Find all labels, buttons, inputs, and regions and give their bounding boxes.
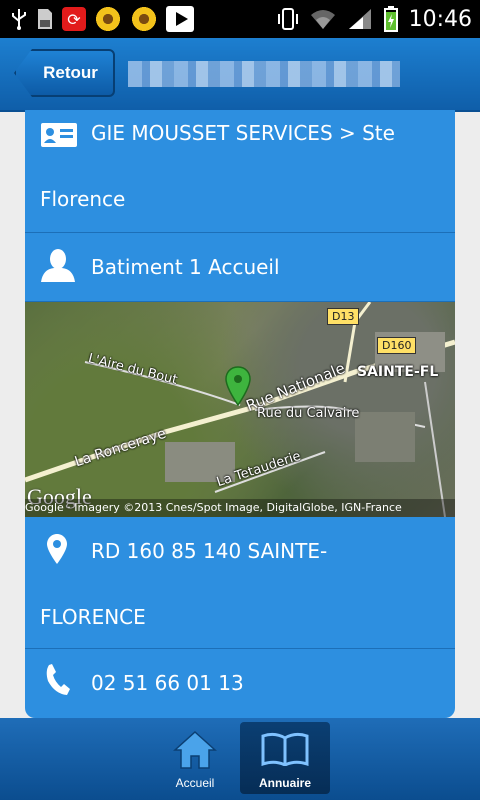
contact-card: GIE MOUSSET SERVICES > Ste Florence Bati… — [25, 110, 455, 718]
status-bar: ⟳ 10:46 — [0, 0, 480, 38]
back-button[interactable]: Retour — [14, 49, 115, 97]
book-icon — [261, 732, 309, 766]
phone-icon — [46, 664, 70, 695]
phone-row[interactable]: 02 51 66 01 13 — [25, 649, 455, 718]
tab-accueil[interactable]: Accueil — [150, 722, 240, 794]
battery-icon — [383, 6, 398, 32]
company-line1: GIE MOUSSET SERVICES > Ste — [91, 121, 395, 145]
tab-annuaire[interactable]: Annuaire — [240, 722, 330, 794]
company-row[interactable]: GIE MOUSSET SERVICES > Ste Florence — [25, 110, 455, 233]
contact-name: Batiment 1 Accueil — [91, 255, 280, 279]
play-store-icon — [166, 6, 194, 32]
location-pin-icon — [47, 534, 67, 564]
signal-icon — [348, 9, 371, 29]
map-label-sainte: SAINTE-FL — [357, 364, 439, 380]
contact-row[interactable]: Batiment 1 Accueil — [25, 233, 455, 302]
header-bar: Retour — [0, 38, 480, 112]
address-row[interactable]: RD 160 85 140 SAINTE- FLORENCE — [25, 518, 455, 649]
map-label-rue-calvaire: Rue du Calvaire — [257, 406, 360, 421]
vibrate-icon — [277, 8, 298, 30]
person-icon — [41, 249, 75, 282]
usb-icon — [12, 9, 26, 30]
map-label-d13: D13 — [327, 308, 360, 325]
sd-card-icon — [38, 9, 52, 29]
id-card-icon — [41, 123, 77, 147]
tab-annuaire-label: Annuaire — [258, 776, 311, 790]
map-label-d160: D160 — [377, 337, 417, 354]
wifi-icon — [310, 10, 335, 29]
company-line2: Florence — [40, 187, 126, 211]
page-title-redacted — [128, 61, 400, 87]
map-attribution: Google · Imagery ©2013 Cnes/Spot Image, … — [25, 499, 455, 517]
flower-icon — [94, 5, 122, 33]
address-line1: RD 160 85 140 SAINTE- — [91, 539, 328, 563]
home-icon — [173, 730, 217, 769]
sync-icon: ⟳ — [62, 7, 86, 31]
address-line2: FLORENCE — [40, 605, 146, 629]
bottom-tab-bar: Accueil Annuaire — [0, 718, 480, 800]
map-pin-icon[interactable] — [225, 366, 251, 406]
status-time: 10:46 — [408, 6, 472, 32]
flower-icon-2 — [130, 5, 158, 33]
tab-accueil-label: Accueil — [175, 776, 215, 790]
phone-number: 02 51 66 01 13 — [91, 671, 244, 695]
location-map[interactable]: D13 D160 SAINTE-FL L'Aire du Bout Rue Na… — [25, 302, 455, 517]
